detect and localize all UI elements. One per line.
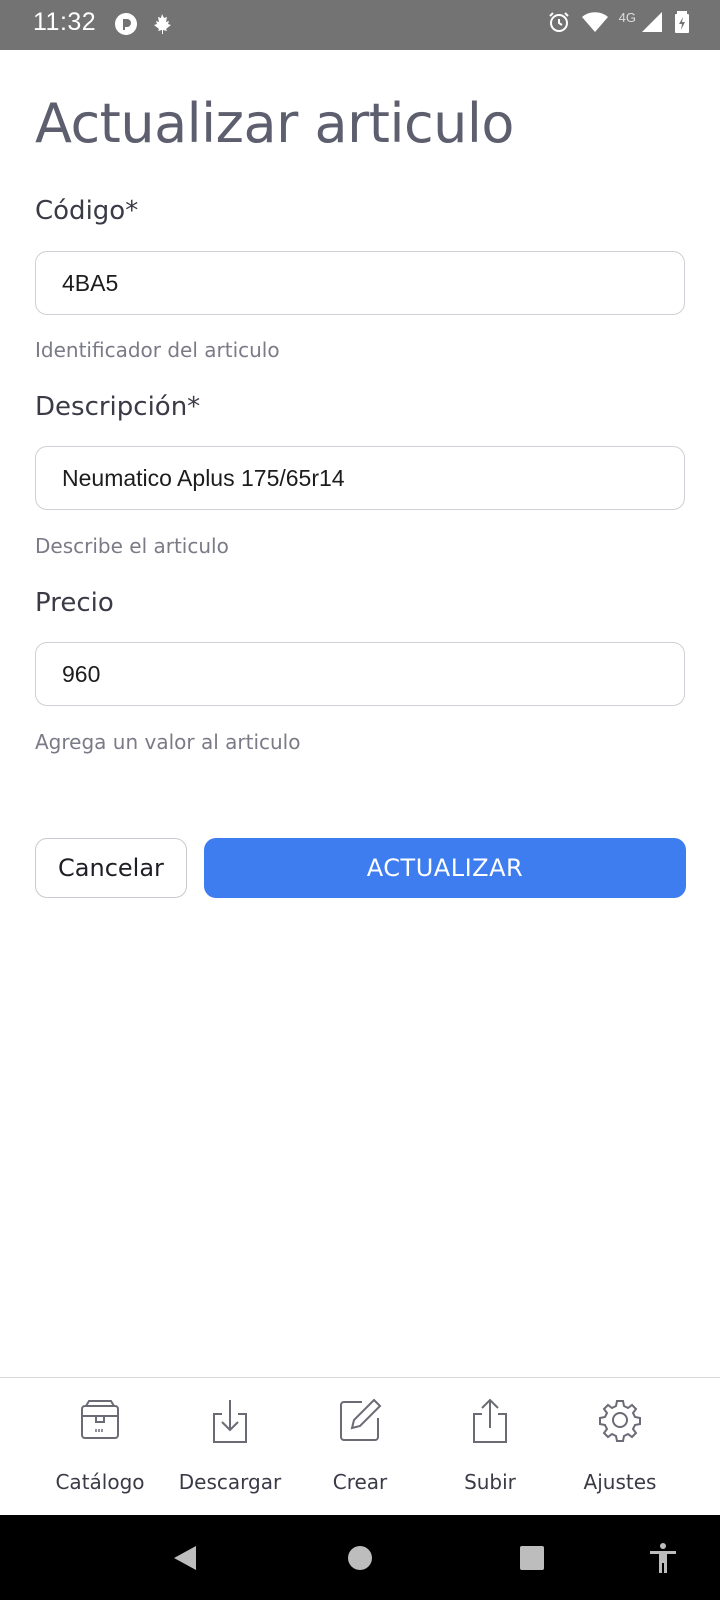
- home-icon[interactable]: [335, 1515, 385, 1600]
- descripcion-helper-text: Describe el articulo: [35, 534, 229, 558]
- edit-icon: [338, 1398, 382, 1446]
- nav-label-ajustes: Ajustes: [583, 1470, 657, 1494]
- descripcion-label: Descripción*: [35, 392, 201, 422]
- maple-leaf-icon: [150, 12, 174, 36]
- nav-label-subir: Subir: [464, 1470, 516, 1494]
- alarm-icon: [547, 10, 571, 34]
- accessibility-icon[interactable]: [638, 1515, 688, 1600]
- nav-label-crear: Crear: [332, 1470, 388, 1494]
- box-icon: [79, 1398, 121, 1446]
- precio-helper-text: Agrega un valor al articulo: [35, 730, 301, 754]
- codigo-field[interactable]: [35, 251, 685, 315]
- codigo-helper-text: Identificador del articulo: [35, 338, 280, 362]
- nav-item-catalogo[interactable]: Catálogo: [35, 1378, 165, 1516]
- status-time: 11:32: [33, 8, 97, 36]
- gear-icon: [598, 1398, 642, 1446]
- back-icon[interactable]: [160, 1515, 210, 1600]
- update-button[interactable]: ACTUALIZAR: [204, 838, 686, 898]
- nav-label-catalogo: Catálogo: [55, 1470, 145, 1494]
- page-title: Actualizar articulo: [35, 92, 514, 155]
- cancel-button[interactable]: Cancelar: [35, 838, 187, 898]
- system-navigation-bar: [0, 1515, 720, 1600]
- recents-icon[interactable]: [507, 1515, 557, 1600]
- codigo-label: Código*: [35, 196, 139, 226]
- precio-label: Precio: [35, 588, 114, 618]
- nav-item-crear[interactable]: Crear: [295, 1378, 425, 1516]
- signal-icon: [640, 10, 664, 34]
- upload-icon: [470, 1398, 510, 1448]
- battery-icon: [674, 10, 690, 34]
- nav-label-descargar: Descargar: [178, 1470, 282, 1494]
- nav-item-subir[interactable]: Subir: [425, 1378, 555, 1516]
- status-bar: 11:32 4G: [0, 0, 720, 50]
- wifi-icon: [581, 10, 609, 34]
- precio-field[interactable]: [35, 642, 685, 706]
- nav-item-descargar[interactable]: Descargar: [165, 1378, 295, 1516]
- pocket-casts-icon: [114, 12, 138, 36]
- bottom-navigation: Catálogo Descargar Crear Subir Ajustes: [0, 1377, 720, 1516]
- download-icon: [210, 1398, 250, 1448]
- nav-item-ajustes[interactable]: Ajustes: [555, 1378, 685, 1516]
- network-type-label: 4G: [618, 9, 636, 25]
- descripcion-field[interactable]: [35, 446, 685, 510]
